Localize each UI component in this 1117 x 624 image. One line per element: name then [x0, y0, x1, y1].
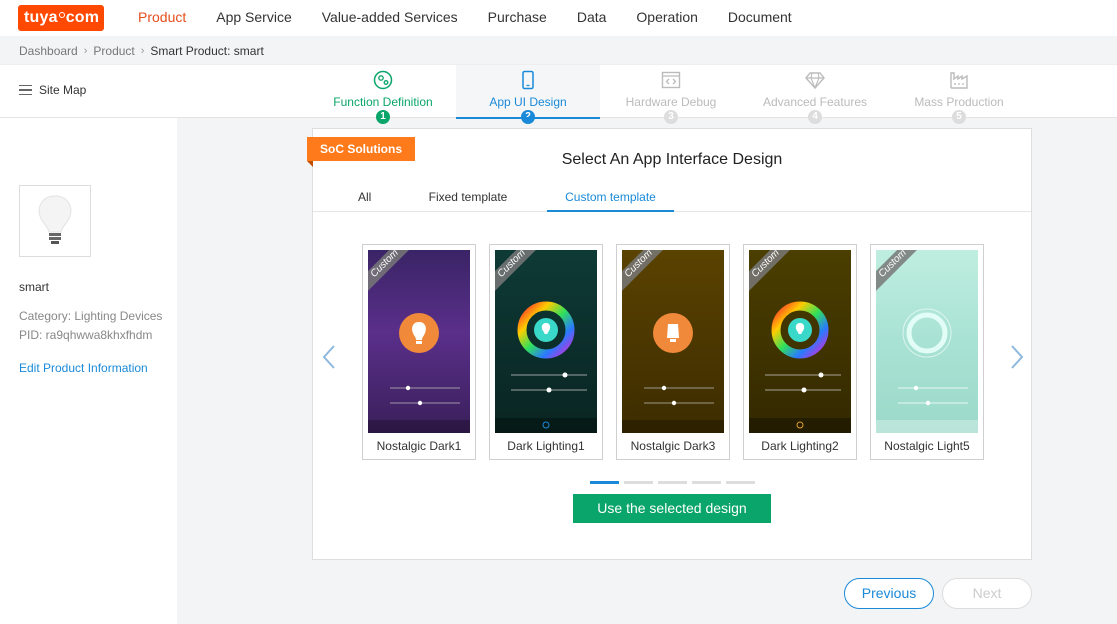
use-selected-design-button[interactable]: Use the selected design — [573, 494, 771, 523]
preview-graphic — [876, 308, 978, 433]
product-pid: PID: ra9qhwwa8khxfhdm — [19, 328, 153, 342]
step-number: 5 — [952, 110, 966, 124]
carousel-pager — [590, 481, 760, 484]
product-category: Category: Lighting Devices — [19, 309, 163, 323]
template-tabs: All Fixed template Custom template — [313, 182, 1031, 212]
lightbulb-icon — [38, 195, 72, 244]
tab-all[interactable]: All — [358, 190, 371, 204]
menu-item-document[interactable]: Document — [713, 0, 807, 36]
template-card[interactable]: Custom Dark Lighting2 — [743, 244, 857, 460]
step-label: Function Definition — [333, 95, 433, 109]
menu-item-product[interactable]: Product — [123, 0, 201, 36]
diamond-icon — [805, 72, 825, 90]
site-map-label: Site Map — [39, 83, 87, 97]
step-label: Mass Production — [914, 95, 1004, 109]
template-preview: Custom — [495, 250, 597, 433]
step-app-ui-design[interactable]: App UI Design 2 — [456, 65, 600, 124]
menu-item-value-added-services[interactable]: Value-added Services — [307, 0, 473, 36]
menu-item-data[interactable]: Data — [562, 0, 622, 36]
gear-icon — [373, 70, 393, 90]
tab-custom-template[interactable]: Custom template — [547, 190, 674, 204]
phone-icon — [522, 70, 534, 90]
template-name: Dark Lighting1 — [507, 439, 585, 453]
menu-item-operation[interactable]: Operation — [621, 0, 712, 36]
template-preview: Custom — [622, 250, 724, 433]
tuya-logo[interactable]: tuya com — [18, 5, 104, 31]
edit-product-link[interactable]: Edit Product Information — [19, 361, 148, 375]
design-selector-card: SoC Solutions Select An App Interface De… — [307, 128, 1032, 560]
chevron-right-icon: › — [140, 45, 145, 57]
product-sidebar: smart Category: Lighting Devices PID: ra… — [0, 118, 177, 624]
tab-fixed-template[interactable]: Fixed template — [428, 190, 508, 204]
step-label: Advanced Features — [762, 95, 868, 109]
preview-graphic — [495, 301, 597, 433]
breadcrumb-current: Smart Product: smart — [150, 44, 264, 58]
factory-icon — [950, 72, 968, 89]
product-name: smart — [19, 280, 49, 294]
card-title: Select An App Interface Design — [561, 151, 783, 168]
chevron-left-icon[interactable] — [321, 342, 337, 372]
top-nav: tuya com Product App Service Value-added … — [0, 0, 1117, 36]
template-card[interactable]: Custom Nostalgic Light5 — [870, 244, 984, 460]
step-mass-production[interactable]: Mass Production 5 — [887, 65, 1031, 124]
template-preview: Custom — [876, 250, 978, 433]
chevron-right-icon: › — [83, 45, 88, 57]
breadcrumb-product[interactable]: Product — [93, 44, 134, 58]
breadcrumb-dashboard[interactable]: Dashboard — [19, 44, 78, 58]
site-map-link[interactable]: Site Map — [19, 83, 86, 97]
step-label: Hardware Debug — [625, 95, 717, 109]
product-image — [19, 185, 91, 257]
step-active-indicator — [456, 117, 600, 119]
template-card[interactable]: Custom Nostalgic Dark3 — [616, 244, 730, 460]
breadcrumb: Dashboard › Product › Smart Product: sma… — [19, 44, 264, 58]
tab-active-indicator — [547, 210, 674, 212]
preview-graphic — [368, 313, 470, 433]
step-number: 3 — [664, 110, 678, 124]
menu-item-app-service[interactable]: App Service — [201, 0, 306, 36]
menu-icon — [19, 85, 32, 95]
template-name: Nostalgic Dark3 — [630, 439, 716, 453]
pager-dot[interactable] — [590, 481, 619, 484]
step-number: 1 — [376, 110, 390, 124]
step-number: 4 — [808, 110, 822, 124]
previous-button[interactable]: Previous — [844, 578, 934, 609]
template-preview: Custom — [749, 250, 851, 433]
chevron-right-icon[interactable] — [1009, 342, 1025, 372]
template-name: Dark Lighting2 — [761, 439, 839, 453]
template-name: Nostalgic Light5 — [884, 439, 970, 453]
pager-dot[interactable] — [726, 481, 755, 484]
template-name: Nostalgic Dark1 — [376, 439, 462, 453]
step-advanced-features[interactable]: Advanced Features 4 — [743, 65, 887, 124]
step-hardware-debug[interactable]: Hardware Debug 3 — [599, 65, 743, 124]
code-icon — [661, 71, 681, 89]
steps-bar: Site Map Function Definition 1 App UI De… — [0, 64, 1117, 124]
template-preview: Custom — [368, 250, 470, 433]
template-card[interactable]: Custom Nostalgic Dark1 — [362, 244, 476, 460]
step-label: App UI Design — [489, 95, 567, 109]
menu-item-purchase[interactable]: Purchase — [473, 0, 562, 36]
pager-dot[interactable] — [658, 481, 687, 484]
template-card[interactable]: Custom Dark Lighting1 — [489, 244, 603, 460]
main-menu: Product App Service Value-added Services… — [123, 0, 807, 36]
pager-dot[interactable] — [692, 481, 721, 484]
step-function-definition[interactable]: Function Definition 1 — [311, 65, 455, 124]
preview-graphic — [622, 313, 724, 433]
preview-graphic — [749, 301, 851, 433]
next-button[interactable]: Next — [942, 578, 1032, 609]
pager-dot[interactable] — [624, 481, 653, 484]
